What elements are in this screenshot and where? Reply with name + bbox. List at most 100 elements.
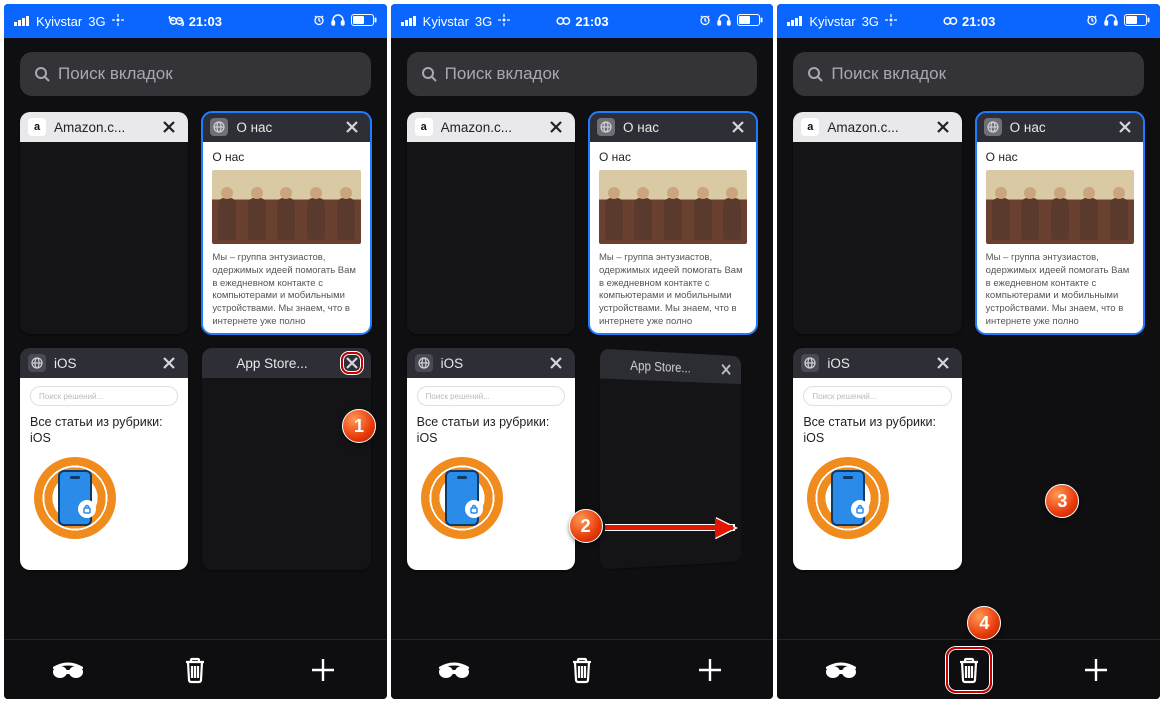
globe-icon: [801, 354, 819, 372]
close-tab-button[interactable]: [545, 352, 567, 374]
tab-thumbnail: [20, 142, 188, 334]
close-tab-button[interactable]: [158, 352, 180, 374]
tab-title: iOS: [441, 356, 537, 371]
clock-label: 21:03: [189, 14, 222, 29]
new-tab-button[interactable]: [300, 647, 346, 693]
delete-tabs-button-highlighted[interactable]: [946, 647, 992, 693]
close-tab-button[interactable]: [718, 359, 735, 380]
amazon-favicon: a: [28, 118, 46, 136]
step-badge-4: 4: [967, 606, 1001, 640]
globe-icon: [984, 118, 1002, 136]
search-icon: [421, 66, 437, 82]
close-tab-button[interactable]: [932, 116, 954, 138]
search-icon: [807, 66, 823, 82]
tab-title: App Store...: [236, 356, 332, 371]
status-bar: Kyivstar 3G 21:03: [777, 4, 1160, 38]
tab-title: О нас: [236, 120, 332, 135]
amazon-favicon: a: [801, 118, 819, 136]
tab-thumbnail: Поиск решений... Все статьи из рубрики: …: [20, 378, 188, 570]
tab-card-amazon[interactable]: a Amazon.c...: [793, 112, 961, 334]
close-tab-button[interactable]: [341, 116, 363, 138]
link-icon: [942, 14, 958, 29]
carrier-label: Kyivstar: [36, 14, 82, 29]
tab-search-input[interactable]: Поиск вкладок: [20, 52, 371, 96]
search-placeholder: Поиск вкладок: [445, 64, 560, 84]
globe-icon: [597, 118, 615, 136]
incognito-button[interactable]: [431, 647, 477, 693]
globe-icon: [210, 118, 228, 136]
network-label: 3G: [475, 14, 492, 29]
battery-icon: [1124, 14, 1150, 29]
link-icon: [169, 14, 185, 29]
signal-icon: [401, 14, 417, 29]
close-tab-button[interactable]: [1114, 116, 1136, 138]
screen-step-3-4: Kyivstar 3G 21:03 Поиск вкладок a Amazon…: [777, 4, 1160, 699]
signal-icon: [14, 14, 30, 29]
close-tab-button[interactable]: [158, 116, 180, 138]
tab-search-input[interactable]: Поиск вкладок: [793, 52, 1144, 96]
screen-step-2: Kyivstar 3G 21:03 Поиск вкладок a Amazon…: [391, 4, 774, 699]
close-tab-button[interactable]: [727, 116, 749, 138]
tab-title: iOS: [827, 356, 923, 371]
globe-icon: [28, 354, 46, 372]
step-badge-2: 2: [569, 509, 603, 543]
tab-search-input[interactable]: Поиск вкладок: [407, 52, 758, 96]
tab-card-ios[interactable]: iOS Поиск решений... Все статьи из рубри…: [407, 348, 575, 570]
search-placeholder: Поиск вкладок: [831, 64, 946, 84]
delete-tabs-button[interactable]: [559, 647, 605, 693]
globe-icon: [415, 354, 433, 372]
tab-title: О нас: [623, 120, 719, 135]
inner-search-placeholder: Поиск решений...: [30, 386, 178, 406]
alarm-icon: [313, 14, 325, 29]
search-icon: [34, 66, 50, 82]
activity-icon: [885, 14, 897, 29]
alarm-icon: [1086, 14, 1098, 29]
alarm-icon: [699, 14, 711, 29]
battery-icon: [737, 14, 763, 29]
search-placeholder: Поиск вкладок: [58, 64, 173, 84]
clock-label: 21:03: [962, 14, 995, 29]
link-icon: [555, 14, 571, 29]
amazon-favicon: a: [415, 118, 433, 136]
close-tab-button[interactable]: [932, 352, 954, 374]
carrier-label: Kyivstar: [423, 14, 469, 29]
step-badge-1: 1: [342, 409, 376, 443]
screen-step-1: Kyivstar 3G 21:03 Поиск вкладок a Amazon…: [4, 4, 387, 699]
battery-icon: [351, 14, 377, 29]
tab-card-onas[interactable]: О нас О нас Мы – группа энтузиастов, оде…: [976, 112, 1144, 334]
status-bar: Kyivstar 3G 21:03: [391, 4, 774, 38]
delete-tabs-button[interactable]: [172, 647, 218, 693]
tab-title: iOS: [54, 356, 150, 371]
tab-card-appstore[interactable]: App Store...: [202, 348, 370, 570]
clock-label: 21:03: [575, 14, 608, 29]
tab-title: App Store...: [630, 358, 711, 376]
tab-card-ios[interactable]: iOS Поиск решений... Все статьи из рубри…: [793, 348, 961, 570]
apple-icon: [607, 355, 623, 374]
tab-card-onas[interactable]: О нас О нас Мы – группа энтузиастов, оде…: [589, 112, 757, 334]
new-tab-button[interactable]: [1073, 647, 1119, 693]
incognito-button[interactable]: [45, 647, 91, 693]
tab-card-onas[interactable]: О нас О нас Мы – группа энтузиастов, оде…: [202, 112, 370, 334]
tab-card-ios[interactable]: iOS Поиск решений... Все статьи из рубри…: [20, 348, 188, 570]
apple-icon: [210, 354, 228, 372]
close-tab-button-highlighted[interactable]: [341, 352, 363, 374]
network-label: 3G: [88, 14, 105, 29]
empty-slot: [976, 348, 1144, 570]
swipe-arrow-icon: [605, 525, 733, 530]
incognito-button[interactable]: [818, 647, 864, 693]
tab-title: О нас: [1010, 120, 1106, 135]
headphones-icon: [331, 14, 345, 29]
carrier-label: Kyivstar: [809, 14, 855, 29]
signal-icon: [787, 14, 803, 29]
new-tab-button[interactable]: [687, 647, 733, 693]
tab-title: Amazon.c...: [827, 120, 923, 135]
headphones-icon: [1104, 14, 1118, 29]
tab-card-amazon[interactable]: a Amazon.c...: [20, 112, 188, 334]
close-tab-button[interactable]: [545, 116, 567, 138]
headphones-icon: [717, 14, 731, 29]
status-bar: Kyivstar 3G 21:03: [4, 4, 387, 38]
activity-icon: [498, 14, 510, 29]
tab-card-amazon[interactable]: a Amazon.c...: [407, 112, 575, 334]
tab-thumbnail: О нас Мы – группа энтузиастов, одержимых…: [202, 142, 370, 334]
tab-title: Amazon.c...: [441, 120, 537, 135]
